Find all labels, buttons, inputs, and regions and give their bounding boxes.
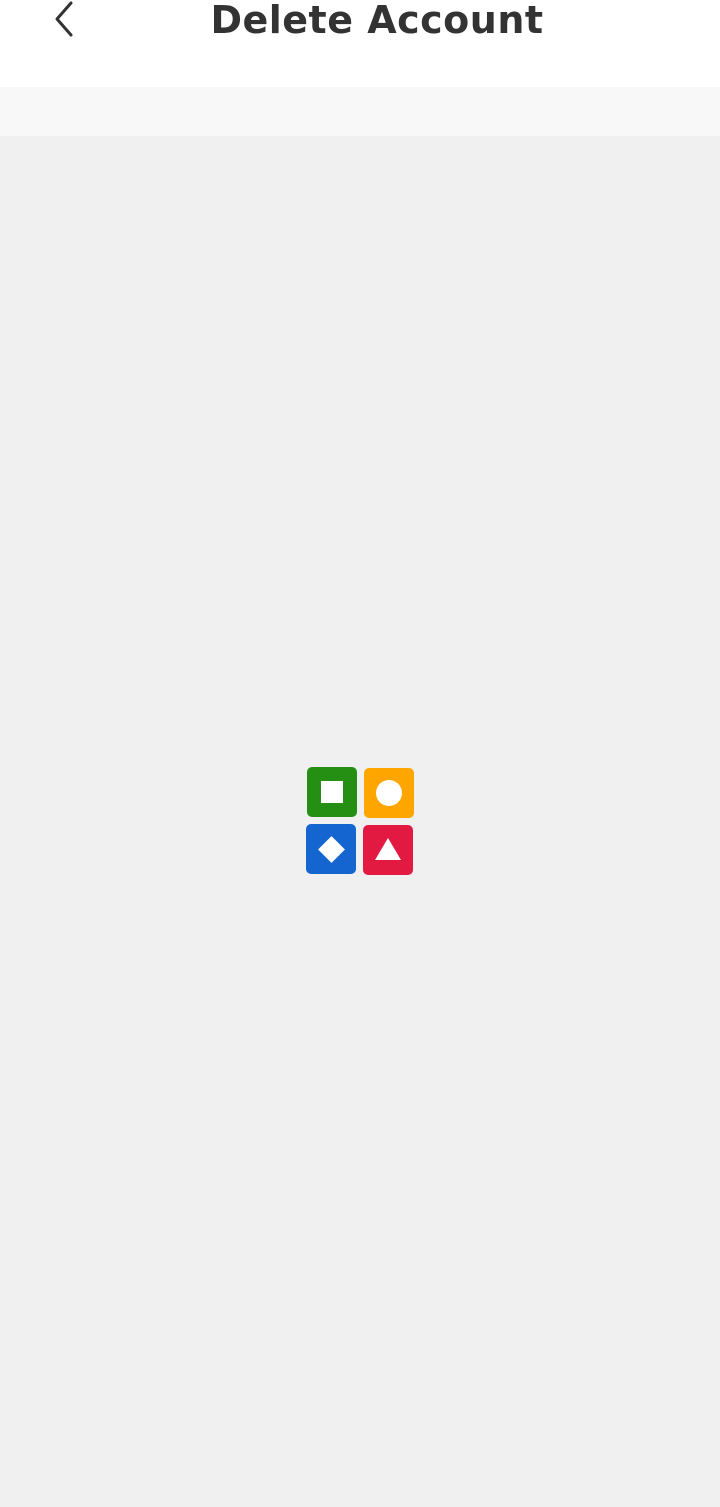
loading-indicator	[306, 767, 414, 875]
page-title: Delete Account	[210, 0, 544, 42]
sub-header-bar	[0, 87, 720, 136]
loader-tile-triangle	[363, 825, 413, 875]
circle-icon	[376, 780, 402, 806]
diamond-icon	[317, 835, 345, 863]
app-header: Delete Account	[0, 0, 720, 87]
loader-tile-circle	[364, 768, 414, 818]
square-icon	[321, 781, 343, 803]
loader-tile-square	[307, 767, 357, 817]
loader-tile-diamond	[306, 824, 356, 874]
triangle-icon	[375, 838, 401, 860]
